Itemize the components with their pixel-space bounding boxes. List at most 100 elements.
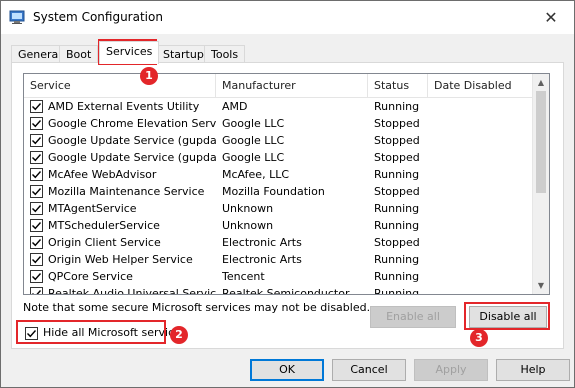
- checkmark-icon: [32, 205, 42, 213]
- checkmark-icon: [32, 137, 42, 145]
- service-checkbox[interactable]: [30, 219, 43, 232]
- annotation-box-hide-ms: [16, 320, 166, 344]
- service-name: McAfee WebAdvisor: [48, 168, 157, 181]
- checkmark-icon: [32, 171, 42, 179]
- service-status: Running: [374, 100, 420, 113]
- system-configuration-window: System Configuration ✕ General Boot Serv…: [0, 0, 575, 388]
- service-checkbox[interactable]: [30, 253, 43, 266]
- column-header-service[interactable]: Service: [24, 74, 216, 98]
- checkmark-icon: [32, 188, 42, 196]
- service-status: Stopped: [374, 151, 420, 164]
- service-checkbox[interactable]: [30, 270, 43, 283]
- checkmark-icon: [32, 103, 42, 111]
- vertical-scrollbar[interactable]: ▲ ▼: [532, 74, 549, 294]
- service-status: Stopped: [374, 134, 420, 147]
- help-button[interactable]: Help: [496, 359, 570, 381]
- service-manufacturer: Electronic Arts: [222, 253, 302, 266]
- service-checkbox[interactable]: [30, 151, 43, 164]
- annotation-badge-2: 2: [170, 326, 188, 344]
- service-name: Mozilla Maintenance Service: [48, 185, 205, 198]
- service-manufacturer: Google LLC: [222, 151, 285, 164]
- scrollbar-thumb[interactable]: [536, 91, 546, 193]
- scroll-down-icon[interactable]: ▼: [533, 277, 549, 294]
- column-header-manufacturer[interactable]: Manufacturer: [216, 74, 368, 98]
- table-row[interactable]: MTSchedulerService Unknown Running: [24, 217, 534, 234]
- service-checkbox[interactable]: [30, 236, 43, 249]
- service-checkbox[interactable]: [30, 202, 43, 215]
- table-row[interactable]: QPCore Service Tencent Running: [24, 268, 534, 285]
- service-manufacturer: AMD: [222, 100, 248, 113]
- window-title: System Configuration: [33, 10, 163, 24]
- table-row[interactable]: Realtek Audio Universal Service Realtek S…: [24, 285, 534, 295]
- enable-all-button[interactable]: Enable all: [370, 306, 456, 328]
- service-manufacturer: Tencent: [222, 270, 265, 283]
- service-checkbox[interactable]: [30, 168, 43, 181]
- service-checkbox[interactable]: [30, 287, 43, 294]
- service-status: Running: [374, 202, 420, 215]
- service-status: Stopped: [374, 236, 420, 249]
- table-row[interactable]: AMD External Events Utility AMD Running: [24, 98, 534, 115]
- table-row[interactable]: McAfee WebAdvisor McAfee, LLC Running: [24, 166, 534, 183]
- service-status: Running: [374, 253, 420, 266]
- ok-button[interactable]: OK: [250, 359, 324, 381]
- service-checkbox[interactable]: [30, 134, 43, 147]
- title-bar: System Configuration ✕: [1, 1, 574, 34]
- annotation-badge-1: 1: [140, 67, 158, 85]
- checkmark-icon: [32, 256, 42, 264]
- checkmark-icon: [32, 154, 42, 162]
- list-header: Service Manufacturer Status Date Disable…: [24, 74, 534, 98]
- service-checkbox[interactable]: [30, 100, 43, 113]
- table-row[interactable]: Mozilla Maintenance Service Mozilla Found…: [24, 183, 534, 200]
- service-name: Google Update Service (gupdatem): [48, 151, 216, 164]
- checkmark-icon: [32, 239, 42, 247]
- service-manufacturer: Electronic Arts: [222, 236, 302, 249]
- service-manufacturer: McAfee, LLC: [222, 168, 290, 181]
- service-status: Stopped: [374, 185, 420, 198]
- column-header-date-disabled[interactable]: Date Disabled: [428, 74, 534, 98]
- service-status: Stopped: [374, 117, 420, 130]
- service-manufacturer: Google LLC: [222, 134, 285, 147]
- service-checkbox[interactable]: [30, 185, 43, 198]
- service-status: Running: [374, 270, 420, 283]
- service-name: Google Chrome Elevation Service: [48, 117, 216, 130]
- table-row[interactable]: Google Update Service (gupdatem) Google L…: [24, 149, 534, 166]
- annotation-badge-3: 3: [470, 329, 488, 347]
- service-manufacturer: Google LLC: [222, 117, 285, 130]
- service-name: Google Update Service (gupdate): [48, 134, 216, 147]
- service-name: Realtek Audio Universal Service: [48, 287, 216, 295]
- service-name: QPCore Service: [48, 270, 133, 283]
- apply-button[interactable]: Apply: [414, 359, 488, 381]
- service-checkbox[interactable]: [30, 117, 43, 130]
- service-manufacturer: Unknown: [222, 202, 274, 215]
- list-rows: AMD External Events Utility AMD Running Goo…: [24, 98, 534, 295]
- cancel-button[interactable]: Cancel: [332, 359, 406, 381]
- column-header-status[interactable]: Status: [368, 74, 428, 98]
- service-status: Running: [374, 287, 420, 295]
- service-name: Origin Web Helper Service: [48, 253, 193, 266]
- services-list[interactable]: Service Manufacturer Status Date Disable…: [23, 73, 550, 295]
- secure-services-note: Note that some secure Microsoft services…: [23, 301, 371, 314]
- service-manufacturer: Unknown: [222, 219, 274, 232]
- checkmark-icon: [32, 222, 42, 230]
- table-row[interactable]: Origin Web Helper Service Electronic Arts…: [24, 251, 534, 268]
- service-name: MTSchedulerService: [48, 219, 160, 232]
- table-row[interactable]: MTAgentService Unknown Running: [24, 200, 534, 217]
- service-name: MTAgentService: [48, 202, 137, 215]
- tab-services[interactable]: Services: [99, 41, 160, 64]
- scroll-up-icon[interactable]: ▲: [533, 74, 549, 91]
- close-icon: ✕: [544, 8, 558, 27]
- checkmark-icon: [32, 290, 42, 294]
- service-status: Running: [374, 219, 420, 232]
- checkmark-icon: [32, 273, 42, 281]
- table-row[interactable]: Origin Client Service Electronic Arts Stop…: [24, 234, 534, 251]
- msconfig-icon: [9, 10, 25, 24]
- service-manufacturer: Realtek Semiconductor: [222, 287, 350, 295]
- close-button[interactable]: ✕: [528, 1, 574, 34]
- table-row[interactable]: Google Update Service (gupdate) Google LL…: [24, 132, 534, 149]
- service-name: AMD External Events Utility: [48, 100, 200, 113]
- service-name: Origin Client Service: [48, 236, 161, 249]
- annotation-box-disable-all: [464, 302, 550, 330]
- service-manufacturer: Mozilla Foundation: [222, 185, 325, 198]
- table-row[interactable]: Google Chrome Elevation Service Google LL…: [24, 115, 534, 132]
- checkmark-icon: [32, 120, 42, 128]
